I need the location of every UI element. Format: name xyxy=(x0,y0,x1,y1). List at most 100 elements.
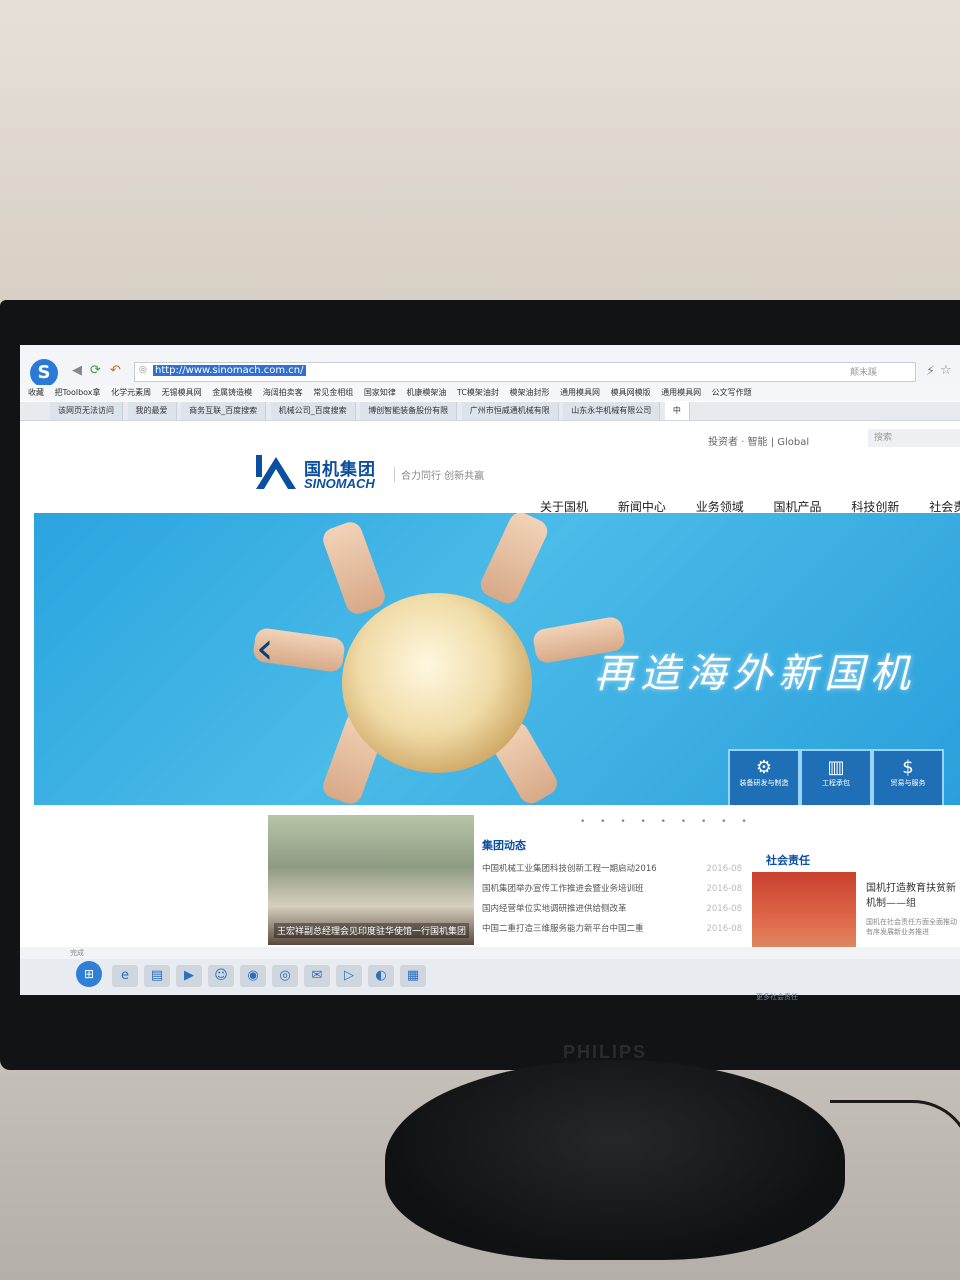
feature-label: 装备研发与制造 xyxy=(739,779,789,787)
gears-icon: ⚙ xyxy=(755,757,773,778)
banner-title: 再造海外新国机 xyxy=(594,651,916,697)
taskbar: ⊞ e ▤ ▶ ☺ ◉ ◎ ✉ ▷ ◐ ▦ xyxy=(20,959,960,995)
bookmark-item[interactable]: 模架油封形 xyxy=(509,385,549,401)
news-heading[interactable]: 集团动态 xyxy=(482,837,526,853)
site-search-input[interactable]: 搜索 xyxy=(868,429,960,447)
tab-item[interactable]: 商务互联_百度搜索 xyxy=(181,402,267,420)
app-icon[interactable]: ☺ xyxy=(208,965,234,987)
globe-image xyxy=(342,593,532,773)
bookmark-item[interactable]: 收藏 xyxy=(28,385,44,401)
browser-logo-icon[interactable]: S xyxy=(30,359,58,387)
bookmark-item[interactable]: 公文写作题 xyxy=(712,385,752,401)
nav-item-csr[interactable]: 社会责任 xyxy=(929,500,960,514)
slogan: 合力同行 创新共赢 xyxy=(394,467,484,482)
news-date: 2016-08 xyxy=(706,864,742,874)
bookmark-item[interactable]: 机康模架油 xyxy=(406,385,446,401)
list-item[interactable]: 中国机械工业集团科技创新工程一期启动2016 2016-08 xyxy=(482,859,742,879)
cable xyxy=(830,1100,960,1223)
csr-heading[interactable]: 社会责任 xyxy=(766,852,810,868)
explorer-icon[interactable]: ▤ xyxy=(144,965,170,987)
bookmark-item[interactable]: TC模架油封 xyxy=(457,385,499,401)
monitor-brand: PHILIPS xyxy=(563,1042,648,1062)
news-date: 2016-08 xyxy=(706,924,742,934)
monitor-stand xyxy=(385,1060,845,1260)
feature-tile-engineering[interactable]: ▥ 工程承包 xyxy=(800,749,872,805)
bookmark-item[interactable]: 无锡模具网 xyxy=(162,385,202,401)
banner-prev-arrow[interactable]: ‹ xyxy=(256,623,274,674)
address-right-label: 颠末蹊 xyxy=(850,368,878,378)
ie-icon[interactable]: e xyxy=(112,965,138,987)
feature-tile-trade[interactable]: $ 贸易与服务 xyxy=(872,749,944,805)
tab-item[interactable]: 山东永华机械有限公司 xyxy=(563,402,661,420)
chrome-icon[interactable]: ◉ xyxy=(240,965,266,987)
back-icon[interactable]: ◀ xyxy=(72,363,82,378)
carousel-dots[interactable]: • • • • • • • • • xyxy=(580,817,753,827)
media-icon[interactable]: ▶ xyxy=(176,965,202,987)
url-text[interactable]: http://www.sinomach.com.cn/ xyxy=(153,365,306,376)
flash-icon[interactable]: ⚡ xyxy=(926,364,935,379)
tab-item[interactable]: 我的最爱 xyxy=(127,402,177,420)
browser-toolbar: S ◀ ⟳ ↶ ◎ http://www.sinomach.com.cn/ 颠末… xyxy=(20,345,960,387)
list-item[interactable]: 国内经营单位实地调研推进供给侧改革 2016-08 xyxy=(482,899,742,919)
screen: S ◀ ⟳ ↶ ◎ http://www.sinomach.com.cn/ 颠末… xyxy=(20,345,960,995)
bookmark-item[interactable]: 把Toolbox拿 xyxy=(55,385,101,401)
tab-item[interactable]: 该网页无法访问 xyxy=(50,402,123,420)
start-button[interactable]: ⊞ xyxy=(76,961,102,987)
hand-image xyxy=(319,518,389,618)
app-icon[interactable]: ◐ xyxy=(368,965,394,987)
status-bar: 完成 xyxy=(20,947,960,959)
sinomach-logo-icon[interactable] xyxy=(256,455,296,489)
csr-title[interactable]: 国机打造教育扶贫新机制——组 xyxy=(866,879,960,909)
news-title[interactable]: 中国二重打造三维服务能力新平台中国二重 xyxy=(482,924,644,934)
wall-background xyxy=(0,0,960,320)
hand-image xyxy=(476,513,552,608)
list-item[interactable]: 中国二重打造三维服务能力新平台中国二重 2016-08 xyxy=(482,919,742,939)
photo-viewer-icon[interactable]: ▦ xyxy=(400,965,426,987)
bookmark-item[interactable]: 海阔拍卖客 xyxy=(263,385,303,401)
csr-more-link[interactable]: 更多社会责任 xyxy=(756,992,798,1002)
tab-active[interactable]: 中 xyxy=(664,402,690,420)
news-date: 2016-08 xyxy=(706,904,742,914)
feature-label: 贸易与服务 xyxy=(890,779,926,787)
bookmark-item[interactable]: 通用模具网 xyxy=(661,385,701,401)
nav-item-business[interactable]: 业务领域 xyxy=(696,500,744,514)
bookmarks-bar: 收藏 把Toolbox拿 化学元素周 无锡模具网 金属铸造模 海阔拍卖客 常见金… xyxy=(20,385,960,401)
factory-icon: ▥ xyxy=(827,757,845,778)
undo-icon[interactable]: ↶ xyxy=(110,363,121,378)
tab-item[interactable]: 博创智能装备股份有限 xyxy=(360,402,458,420)
nav-item-news[interactable]: 新闻中心 xyxy=(618,500,666,514)
shield-icon: ◎ xyxy=(139,365,147,375)
refresh-icon[interactable]: ⟳ xyxy=(90,363,101,378)
bookmark-item[interactable]: 通用模具网 xyxy=(560,385,600,401)
tab-strip: 该网页无法访问 我的最爱 商务互联_百度搜索 机械公司_百度搜索 博创智能装备股… xyxy=(20,402,960,421)
nav-item-products[interactable]: 国机产品 xyxy=(774,500,822,514)
star-icon[interactable]: ☆ xyxy=(940,363,952,378)
news-date: 2016-08 xyxy=(706,884,742,894)
csr-text: 国机在社会责任方面全面推动有序发展新业务推进 xyxy=(866,918,957,936)
app-icon[interactable]: ◎ xyxy=(272,965,298,987)
feature-label: 工程承包 xyxy=(822,779,850,787)
bookmark-item[interactable]: 常见金相组 xyxy=(313,385,353,401)
nav-item-innovation[interactable]: 科技创新 xyxy=(851,500,899,514)
news-title[interactable]: 国内经营单位实地调研推进供给侧改革 xyxy=(482,904,627,914)
hero-banner[interactable]: ‹ 再造海外新国机 ⚙ 装备研发与制造 ▥ 工程承包 $ 贸易与服务 xyxy=(34,513,960,805)
bookmark-item[interactable]: 金属铸造模 xyxy=(212,385,252,401)
tab-item[interactable]: 机械公司_百度搜索 xyxy=(270,402,356,420)
feature-tile-manufacturing[interactable]: ⚙ 装备研发与制造 xyxy=(728,749,800,805)
tab-item[interactable]: 广州市恒威通机械有限 xyxy=(461,402,559,420)
utility-links[interactable]: 投资者 · 智能 | Global xyxy=(708,433,809,448)
news-photo-caption[interactable]: 王宏祥副总经理会见印度驻华使馆一行国机集团 xyxy=(274,923,470,938)
bookmark-item[interactable]: 模具网模版 xyxy=(611,385,651,401)
player-icon[interactable]: ▷ xyxy=(336,965,362,987)
news-title[interactable]: 中国机械工业集团科技创新工程一期启动2016 xyxy=(482,864,657,874)
news-title[interactable]: 国机集团举办宣传工作推进会暨业务培训班 xyxy=(482,884,644,894)
list-item[interactable]: 国机集团举办宣传工作推进会暨业务培训班 2016-08 xyxy=(482,879,742,899)
nav-item-about[interactable]: 关于国机 xyxy=(540,500,588,514)
bookmark-item[interactable]: 化学元素周 xyxy=(111,385,151,401)
money-bag-icon: $ xyxy=(902,757,914,778)
site-header: 投资者 · 智能 | Global 搜索 国机集团 SINOMACH 合力同行 … xyxy=(20,421,960,515)
bookmark-item[interactable]: 国家知律 xyxy=(364,385,396,401)
mail-icon[interactable]: ✉ xyxy=(304,965,330,987)
address-bar[interactable]: ◎ http://www.sinomach.com.cn/ xyxy=(134,362,916,382)
brand-name-en: SINOMACH xyxy=(304,476,375,491)
